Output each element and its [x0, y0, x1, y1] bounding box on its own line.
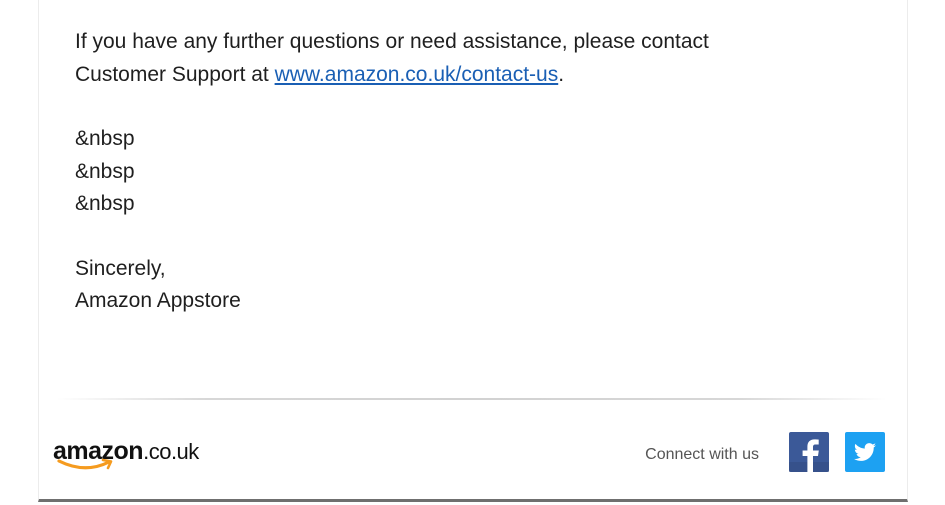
body-line: If you have any further questions or nee…: [75, 30, 709, 53]
body-text: Customer Support at: [75, 62, 275, 86]
page: If you have any further questions or nee…: [0, 0, 945, 505]
connect-label: Connect with us: [645, 446, 759, 463]
nbsp-line: &nbsp: [75, 159, 135, 183]
contact-us-link[interactable]: www.amazon.co.uk/contact-us: [275, 63, 559, 86]
nbsp-line: &nbsp: [75, 127, 135, 150]
social-connect: Connect with us: [645, 430, 885, 474]
facebook-icon[interactable]: [789, 432, 829, 472]
amazon-logo[interactable]: amazon.co.uk: [53, 436, 199, 476]
twitter-icon[interactable]: [845, 432, 885, 472]
closing: Sincerely,: [75, 256, 166, 280]
body-text: .: [558, 62, 565, 86]
email-body: If you have any further questions or nee…: [75, 26, 875, 318]
body-line: Customer Support at www.amazon.co.uk/con…: [75, 59, 875, 92]
footer-divider: [57, 398, 887, 400]
nbsp-line: &nbsp: [75, 192, 135, 215]
logo-tld: .co.uk: [143, 439, 199, 464]
amazon-smile-icon: [57, 458, 113, 470]
signature: Amazon Appstore: [75, 289, 241, 312]
email-card: If you have any further questions or nee…: [38, 0, 908, 502]
